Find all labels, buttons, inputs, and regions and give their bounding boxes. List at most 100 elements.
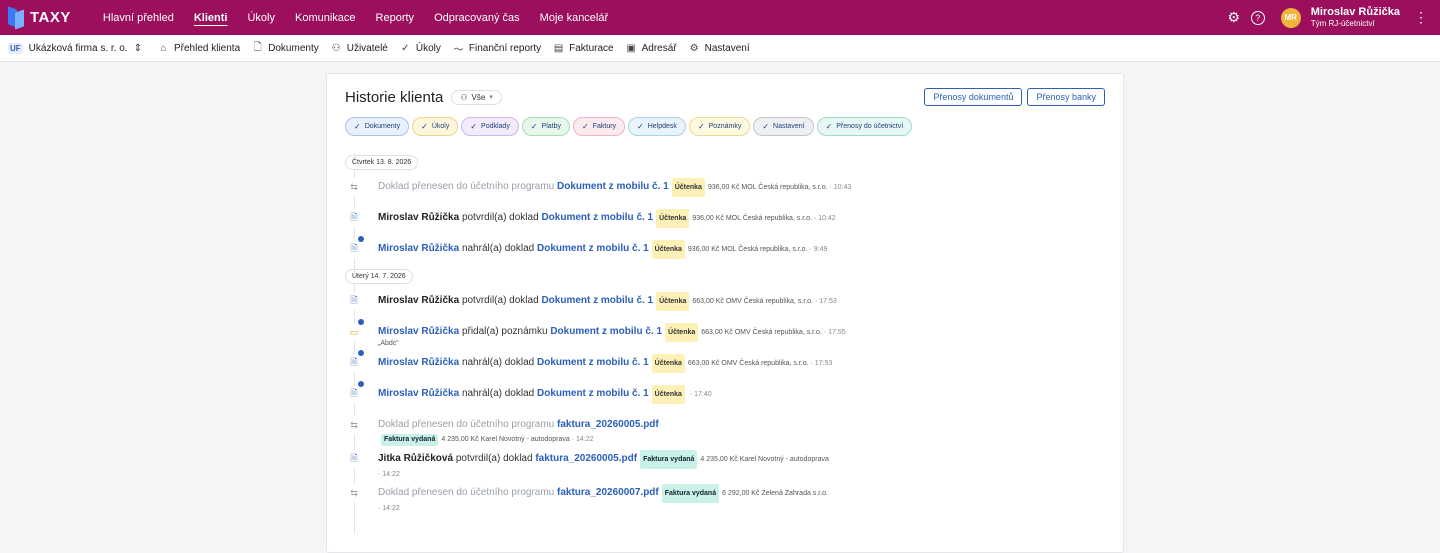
topnav-item[interactable]: Úkoly	[237, 12, 285, 24]
subnav-item[interactable]: ⌂ Přehled klienta	[158, 40, 240, 57]
users-icon: ⚇	[331, 42, 341, 54]
entry-meta: · 17:40	[687, 391, 712, 398]
actor-name[interactable]: Miroslav Růžička	[378, 212, 459, 223]
document-link[interactable]: Dokument z mobilu č. 1	[537, 243, 649, 254]
entry-text: Miroslav Růžička nahrál(a) doklad Dokume…	[378, 385, 712, 404]
bank-transfers-button[interactable]: Přenosy banky	[1027, 88, 1105, 106]
filter-chip-label: Dokumenty	[364, 123, 401, 130]
actor-name[interactable]: Miroslav Růžička	[378, 357, 459, 368]
subnav-label: Úkoly	[415, 42, 441, 54]
actor-name[interactable]: Miroslav Růžička	[378, 388, 459, 399]
document-link[interactable]: Dokument z mobilu č. 1	[537, 388, 649, 399]
history-entry: 🗎 Miroslav Růžička nahrál(a) doklad Dokum…	[345, 381, 1105, 412]
check-circle-icon: ✓	[401, 42, 410, 54]
subnav-item[interactable]: ▣ Adresář	[626, 40, 677, 57]
filter-chip[interactable]: ✓ Platby	[521, 117, 570, 136]
topnav-item[interactable]: Reporty	[366, 12, 425, 24]
amount: 663,00 Kč	[692, 298, 724, 305]
history-entry: ▭ Miroslav Růžička přidal(a) poznámku Dok…	[345, 319, 1105, 350]
home-icon: ⌂	[160, 42, 167, 54]
settings-gear-icon[interactable]: ⚙	[1227, 9, 1241, 25]
topnav-item[interactable]: Hlavní přehled	[93, 12, 184, 24]
entry-action: nahrál(a) doklad	[461, 357, 535, 368]
more-menu-icon[interactable]: ⋮	[1410, 9, 1432, 26]
entry-text: Miroslav Růžička nahrál(a) doklad Dokume…	[378, 240, 827, 259]
entry-time: 17:55	[828, 329, 846, 336]
document-type-badge: Účtenka	[665, 323, 699, 342]
actor-name[interactable]: Miroslav Růžička	[378, 295, 459, 306]
unread-dot	[358, 381, 364, 387]
history-entry: 🗎 Miroslav Růžička nahrál(a) doklad Dokum…	[345, 350, 1105, 381]
entry-meta: 4 235,00 Kč Karel Novotný - autodoprava	[700, 456, 828, 463]
filter-chip[interactable]: ✓ Nastavení	[753, 117, 814, 136]
actor-name[interactable]: Miroslav Růžička	[378, 243, 459, 254]
client-menu: ⌂ Přehled klienta 🗋 Dokumenty ⚇ Uživatelé ✓ Úko…	[158, 40, 762, 57]
chevron-down-icon: ▾	[489, 94, 493, 101]
filter-chip[interactable]: ✓ Podklady	[461, 117, 519, 136]
subnav-item[interactable]: 〜 Finanční reporty	[453, 40, 541, 57]
top-navigation-bar: TAXY Hlavní přehled Klienti Úkoly Komunikac…	[0, 0, 1440, 35]
topnav-item[interactable]: Odpracovaný čas	[424, 12, 530, 24]
unread-dot	[358, 236, 364, 242]
actor-name[interactable]: Jitka Růžičková	[378, 453, 453, 464]
transfer-arrows-icon: ⇆	[345, 484, 363, 502]
subnav-label: Adresář	[641, 42, 677, 54]
check-icon: ✓	[354, 122, 361, 131]
subnav-item[interactable]: ✓ Úkoly	[400, 40, 441, 57]
filter-chip[interactable]: ✓ Poznámky	[688, 117, 751, 136]
check-icon: ✓	[470, 122, 478, 131]
document-link[interactable]: faktura_20260007.pdf	[557, 487, 659, 498]
document-transfers-button[interactable]: Přenosy dokumentů	[924, 88, 1023, 106]
entry-action: přidal(a) poznámku	[461, 326, 548, 337]
document-link[interactable]: faktura_20260005.pdf	[535, 453, 637, 464]
subnav-item[interactable]: ⚙ Nastavení	[689, 40, 750, 57]
subnav-item[interactable]: ▤ Fakturace	[553, 40, 614, 57]
user-filter-dropdown[interactable]: ⚇ Vše ▾	[451, 89, 502, 105]
filter-chip-label: Poznámky	[708, 123, 742, 130]
subnav-label: Přehled klienta	[173, 42, 241, 54]
filter-chip[interactable]: ✓ Přenosy do účetnictví	[816, 117, 913, 136]
check-icon: ✓	[637, 122, 644, 131]
subnav-item[interactable]: ⚇ Uživatelé	[331, 40, 388, 57]
document-type-badge: Účtenka	[656, 292, 690, 311]
subnav-item[interactable]: 🗋 Dokumenty	[252, 40, 319, 57]
document-link[interactable]: Dokument z mobilu č. 1	[541, 212, 653, 223]
user-info[interactable]: Miroslav Růžička Tým RJ-účetnictví	[1311, 6, 1400, 30]
transfer-arrows-icon: ⇆	[345, 178, 363, 196]
filter-chip[interactable]: ✓ Dokumenty	[345, 117, 410, 136]
entry-meta: 6 292,00 Kč Zelená Zahrada s.r.o.	[722, 490, 828, 497]
subnav-label: Fakturace	[569, 42, 614, 54]
filter-chip[interactable]: ✓ Faktury	[573, 117, 626, 136]
history-entry: 🗎 Miroslav Růžička potvrdil(a) doklad Dok…	[345, 205, 1105, 236]
app-logo[interactable]: TAXY	[8, 5, 71, 30]
users-icon: ⚇	[460, 92, 468, 102]
user-avatar[interactable]: MR	[1280, 7, 1301, 28]
entry-text: Doklad přenesen do účetního programu Dok…	[378, 178, 851, 197]
help-icon[interactable]: ?	[1250, 10, 1265, 25]
filter-chip[interactable]: ✓ Úkoly	[412, 117, 459, 136]
document-type-badge: Faktura vydaná	[640, 450, 698, 469]
entry-meta: 663,00 Kč OMV Česká republika, s.r.o. · …	[687, 360, 833, 367]
logo-text: TAXY	[30, 9, 71, 26]
entry-time: 10:42	[818, 215, 836, 222]
check-icon: ✓	[697, 122, 705, 131]
document-icon: 🗎	[345, 381, 364, 403]
document-link[interactable]: Dokument z mobilu č. 1	[557, 181, 669, 192]
topnav-item[interactable]: Komunikace	[285, 12, 366, 24]
document-link[interactable]: Dokument z mobilu č. 1	[541, 295, 653, 306]
filter-chip-label: Platby	[541, 123, 561, 130]
document-link[interactable]: Dokument z mobilu č. 1	[537, 357, 649, 368]
subnav-label: Dokumenty	[268, 42, 319, 54]
category-filter-chips: ✓ Dokumenty ✓ Úkoly ✓ Podklady ✓ Platby ✓ Faktury…	[345, 117, 1105, 136]
document-link[interactable]: Dokument z mobilu č. 1	[550, 326, 662, 337]
topnav-item[interactable]: Klienti	[184, 12, 238, 24]
entry-time-line: · 14:22	[378, 471, 400, 478]
topnav-item[interactable]: Moje kancelář	[530, 12, 618, 24]
document-link[interactable]: faktura_20260005.pdf	[557, 419, 659, 430]
company-switcher[interactable]: UF Ukázková firma s. r. o. ⇕	[8, 42, 142, 54]
actor-name[interactable]: Miroslav Růžička	[378, 326, 459, 337]
filter-chip[interactable]: ✓ Helpdesk	[628, 117, 686, 136]
document-icon: 🗎	[345, 450, 363, 468]
entry-text: Doklad přenesen do účetního programu fak…	[378, 484, 828, 514]
counterparty: MOL Česká republika, s.r.o.	[741, 184, 828, 191]
